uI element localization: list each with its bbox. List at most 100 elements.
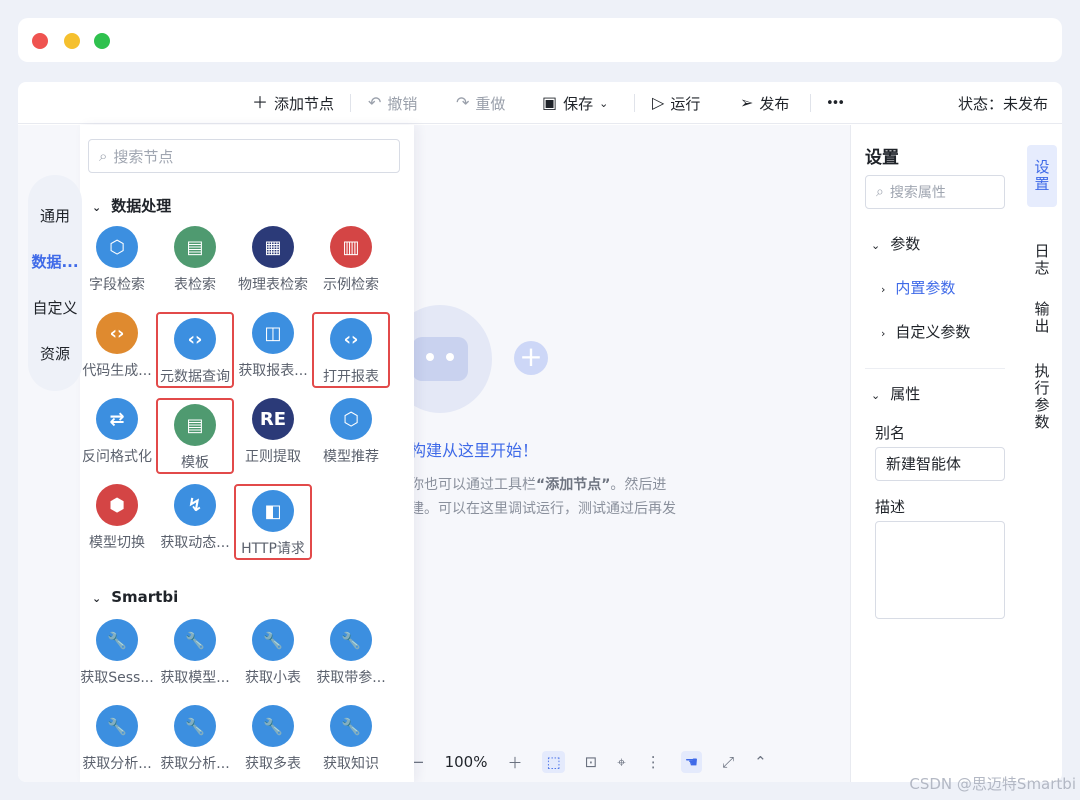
category-rail: 通用 数据... 自定义 资源 — [28, 175, 82, 391]
auto-layout-icon[interactable]: ⋮ — [646, 753, 661, 771]
zoom-in-button[interactable]: ＋ — [507, 752, 522, 773]
description-field[interactable] — [875, 521, 1005, 619]
tab-log[interactable]: 日 志 — [1027, 243, 1057, 277]
node-item[interactable]: ⬡ 模型推荐 — [312, 398, 390, 474]
node-label: 获取小表 — [245, 670, 301, 686]
node-label: 获取动态... — [160, 535, 230, 551]
tab-output[interactable]: 输 出 — [1027, 301, 1057, 335]
publish-button[interactable]: ➢ 发布 — [740, 92, 789, 114]
props-group[interactable]: ⌄ 属性 — [871, 383, 920, 404]
property-search-input[interactable]: ⌕ 搜索属性 — [865, 175, 1005, 209]
toolbar-divider — [810, 94, 811, 112]
node-item[interactable]: 🔧 获取模型... — [156, 619, 234, 695]
redo-button[interactable]: ↷ 重做 — [456, 92, 505, 114]
node-item[interactable]: ‹› 打开报表 — [312, 312, 390, 388]
redo-icon: ↷ — [456, 93, 470, 112]
send-icon: ➢ — [740, 93, 754, 112]
node-item[interactable]: ⬢ 模型切换 — [80, 484, 156, 560]
run-button[interactable]: ▷ 运行 — [652, 92, 700, 114]
wrench-icon: 🔧 — [252, 619, 294, 661]
maximize-window-button[interactable] — [94, 33, 110, 49]
chevron-down-icon: ⌄ — [92, 201, 102, 214]
node-item[interactable]: 🔧 获取分析... — [156, 705, 234, 781]
select-tool-icon[interactable]: ⬚ — [542, 751, 565, 773]
undo-button[interactable]: ↶ 撤销 — [368, 92, 417, 114]
collapse-up-icon[interactable]: ⌃ — [754, 753, 767, 771]
rail-item-resources[interactable]: 资源 — [28, 343, 82, 364]
node-item[interactable]: ◧ HTTP请求 — [234, 484, 312, 560]
rail-item-general[interactable]: 通用 — [28, 205, 82, 226]
node-label: 获取多表 — [245, 756, 301, 772]
toolbar-divider — [634, 94, 635, 112]
canvas-empty-description: 你也可以通过工具栏“添加节点”。然后进 建。可以在这里调试运行，测试通过后再发 — [410, 477, 676, 517]
canvas-empty-title: 构建从这里开始！ — [410, 441, 539, 460]
node-item[interactable]: 🔧 获取分析... — [80, 705, 156, 781]
node-item[interactable]: ▤ 表检索 — [156, 226, 234, 302]
node-item[interactable]: ⬡ 字段检索 — [80, 226, 156, 302]
node-item[interactable]: RE 正则提取 — [234, 398, 312, 474]
side-tabs: 设 置 日 志 输 出 执 行 参 数 — [1020, 125, 1062, 782]
node-search-input[interactable]: ⌕ 搜索节点 — [88, 139, 400, 173]
node-library-panel: ⌕ 搜索节点 ⌄ 数据处理 ⬡ 字段检索 ▤ 表检索 ▦ 物理表检索 ▥ 示例检索 ‹› 代码生成.… — [80, 125, 414, 782]
more-button[interactable]: ••• — [826, 92, 845, 114]
undo-icon: ↶ — [368, 93, 382, 112]
node-item[interactable]: 🔧 获取带参... — [312, 619, 390, 695]
divider — [865, 368, 1005, 369]
add-node-button[interactable]: ＋ 添加节点 — [252, 92, 334, 114]
node-item[interactable]: ‹› 元数据查询 — [156, 312, 234, 388]
node-label: HTTP请求 — [241, 541, 305, 557]
node-item[interactable]: 🔧 获取Sess... — [80, 619, 156, 695]
alias-field[interactable]: 新建智能体 — [875, 447, 1005, 481]
tab-exec-params[interactable]: 执 行 参 数 — [1027, 363, 1057, 431]
wrench-icon: 🔧 — [330, 619, 372, 661]
node-item[interactable]: ↯ 获取动态... — [156, 484, 234, 560]
node-item[interactable]: ◫ 获取报表... — [234, 312, 312, 388]
fullscreen-icon[interactable]: ⤢ — [722, 753, 734, 771]
node-item[interactable]: 🔧 获取小表 — [234, 619, 312, 695]
section-header-data-processing[interactable]: ⌄ 数据处理 — [92, 195, 171, 216]
node-item[interactable]: ▦ 物理表检索 — [234, 226, 312, 302]
settings-title: 设置 — [865, 148, 899, 168]
builtin-params-item[interactable]: › 内置参数 — [881, 277, 955, 298]
table-search-icon: ▤ — [174, 226, 216, 268]
rail-item-custom[interactable]: 自定义 — [28, 297, 82, 318]
node-label: 获取分析... — [82, 756, 152, 772]
rail-item-data[interactable]: 数据... — [28, 251, 82, 272]
node-label: 模板 — [181, 455, 209, 471]
hand-tool-icon[interactable]: ☚ — [680, 751, 703, 773]
app-window: ＋ 添加节点 ↶ 撤销 ↷ 重做 ▣ 保存 ⌄ ▷ 运行 ➢ 发布 ••• 状态… — [18, 82, 1062, 782]
code-gen-icon: ‹› — [96, 312, 138, 354]
custom-params-item[interactable]: › 自定义参数 — [881, 321, 970, 342]
format-icon: ⇄ — [96, 398, 138, 440]
watermark: CSDN @思迈特Smartbi — [909, 775, 1076, 793]
node-label: 模型切换 — [89, 535, 145, 551]
locate-icon[interactable]: ⌖ — [617, 753, 625, 771]
tab-settings[interactable]: 设 置 — [1027, 145, 1057, 207]
node-item[interactable]: ▤ 模板 — [156, 398, 234, 474]
params-group[interactable]: ⌄ 参数 — [871, 233, 920, 254]
zoom-level: 100% — [444, 753, 488, 771]
section-header-smartbi[interactable]: ⌄ Smartbi — [92, 588, 178, 606]
node-item[interactable]: 🔧 获取多表 — [234, 705, 312, 781]
fit-view-icon[interactable]: ⊡ — [585, 753, 598, 771]
settings-panel: 设置 ⌕ 搜索属性 ⌄ 参数 › 内置参数 › 自定义参数 ⌄ 属性 别名 新建智能体 … — [850, 125, 1020, 782]
wrench-icon: 🔧 — [252, 705, 294, 747]
window-titlebar — [18, 18, 1062, 62]
wrench-icon: 🔧 — [96, 619, 138, 661]
node-item[interactable]: ⇄ 反问格式化 — [80, 398, 156, 474]
save-button[interactable]: ▣ 保存 ⌄ — [542, 92, 608, 114]
minimize-window-button[interactable] — [64, 33, 80, 49]
example-search-icon: ▥ — [330, 226, 372, 268]
node-label: 打开报表 — [323, 369, 379, 385]
node-item[interactable]: 🔧 获取知识 — [312, 705, 390, 781]
chevron-right-icon: › — [881, 327, 886, 340]
close-window-button[interactable] — [32, 33, 48, 49]
node-label: 获取带参... — [316, 670, 386, 686]
cube-switch-icon: ⬢ — [96, 484, 138, 526]
template-icon: ▤ — [174, 404, 216, 446]
add-node-canvas-button[interactable]: + — [514, 341, 548, 375]
alias-label: 别名 — [875, 424, 906, 442]
node-item[interactable]: ▥ 示例检索 — [312, 226, 390, 302]
node-item[interactable]: ‹› 代码生成... — [80, 312, 156, 388]
search-icon: ⌕ — [99, 147, 108, 165]
